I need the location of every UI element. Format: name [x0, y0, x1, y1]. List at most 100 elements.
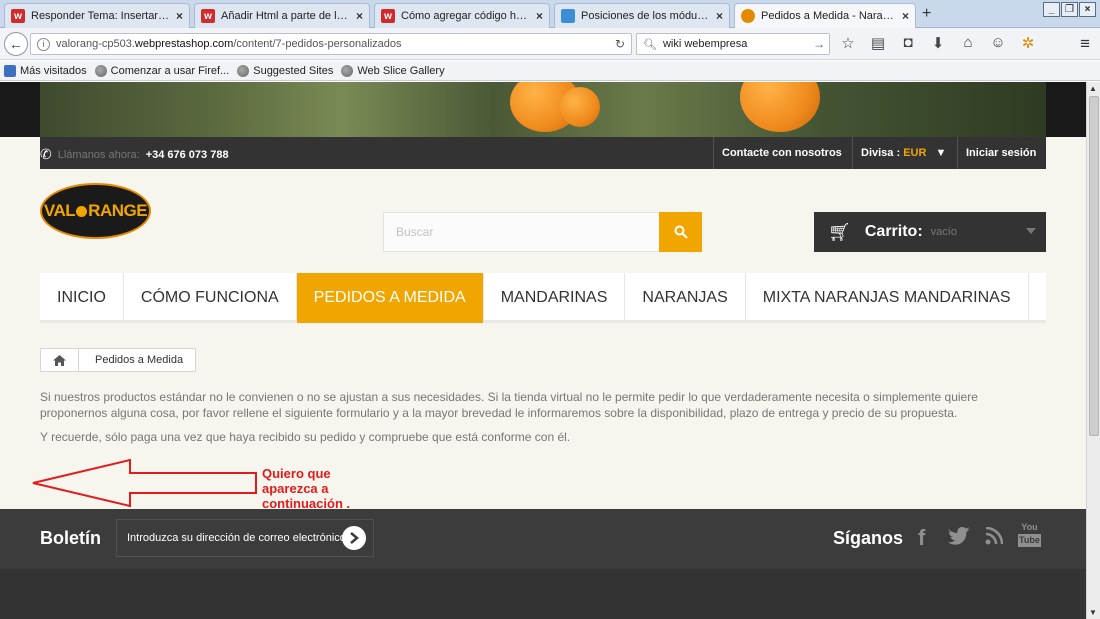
phone-label: Llámanos ahora:	[57, 148, 140, 161]
browser-tab-bar: w Responder Tema: Insertar el ... × w Añ…	[0, 0, 1100, 28]
url-bar[interactable]: i valorang-cp503. webprestashop.com/conte…	[30, 33, 632, 55]
follow-title: Síganos	[833, 528, 904, 548]
bookmarks-bar: Más visitados Comenzar a usar Firef... S…	[0, 61, 1100, 81]
browser-tab-5-active[interactable]: Pedidos a Medida - Naranjas ... ×	[734, 3, 916, 28]
search-go-icon[interactable]: →	[813, 37, 825, 51]
bookmark-getting-started[interactable]: Comenzar a usar Firef...	[94, 64, 230, 77]
scroll-up-icon[interactable]: ▲	[1089, 84, 1097, 93]
close-tab-icon[interactable]: ×	[176, 9, 183, 23]
browser-tab-3[interactable]: w Cómo agregar código html a ... ×	[374, 3, 550, 28]
orange-logo-icon	[76, 205, 88, 217]
web-page: ✆ Llámanos ahora: +34 676 073 788 Contac…	[0, 82, 1086, 619]
menu-item-como-funciona[interactable]: CÓMO FUNCIONA	[124, 273, 297, 323]
window-controls: _ ❐ ×	[1043, 2, 1096, 17]
restore-icon[interactable]: ❐	[1061, 2, 1078, 17]
cart-status: vacío	[930, 226, 957, 238]
newsletter-submit-button[interactable]	[342, 526, 366, 550]
search-input[interactable]: Buscar	[383, 212, 660, 252]
newsletter-title: Boletín	[40, 528, 101, 548]
tab-title: Pedidos a Medida - Naranjas ...	[761, 10, 896, 22]
chat-icon[interactable]: ☺	[988, 34, 1008, 52]
browser-tab-1[interactable]: w Responder Tema: Insertar el ... ×	[4, 3, 190, 28]
bookmark-star-icon[interactable]: ☆	[838, 34, 858, 52]
menu-item-mandarinas[interactable]: MANDARINAS	[484, 273, 626, 323]
facebook-icon[interactable]: f	[918, 525, 925, 551]
phone-number: +34 676 073 788	[145, 148, 229, 161]
top-info-bar: ✆ Llámanos ahora: +34 676 073 788 Contac…	[40, 137, 1046, 169]
bookmark-most-visited[interactable]: Más visitados	[4, 64, 87, 77]
new-tab-button[interactable]: +	[922, 5, 931, 23]
rss-icon[interactable]	[985, 526, 1004, 550]
contact-link[interactable]: Contacte con nosotros	[713, 137, 850, 169]
search-button[interactable]	[659, 212, 702, 252]
url-path: /content/7-pedidos-personalizados	[233, 38, 402, 50]
login-link[interactable]: Iniciar sesión	[957, 137, 1044, 169]
browser-nav-bar: ← i valorang-cp503. webprestashop.com/con…	[0, 28, 1100, 60]
chevron-right-icon	[350, 532, 359, 544]
back-arrow-icon: ←	[9, 36, 23, 52]
orange-favicon-icon	[741, 9, 755, 23]
page-content: Si nuestros productos estándar no le con…	[40, 389, 1040, 453]
youtube-icon[interactable]: You Tube	[1018, 523, 1041, 547]
currency-value: EUR	[903, 147, 927, 159]
menu-item-mixta[interactable]: MIXTA NARANJAS MANDARINAS	[746, 273, 1029, 323]
close-tab-icon[interactable]: ×	[356, 9, 363, 23]
site-info-icon[interactable]: i	[37, 37, 50, 51]
search-icon	[674, 225, 688, 239]
menu-item-inicio[interactable]: INICIO	[40, 273, 124, 323]
tab-title: Responder Tema: Insertar el ...	[31, 10, 170, 22]
bookmark-web-slice-gallery[interactable]: Web Slice Gallery	[341, 64, 445, 77]
cart-block[interactable]: 🛒︎ Carrito: vacío	[814, 212, 1046, 252]
prestashop-favicon-icon	[561, 9, 575, 23]
browser-toolbar-icons: ☆ ▤ ◘ ⬇ ⌂ ☺ ✲	[838, 34, 1038, 52]
tab-title: Cómo agregar código html a ...	[401, 10, 530, 22]
page-scrollbar[interactable]: ▲ ▼	[1086, 82, 1100, 619]
browser-tab-2[interactable]: w Añadir Html a parte de la pági... ×	[194, 3, 370, 28]
browser-tab-4[interactable]: Posiciones de los módulos > ... ×	[554, 3, 730, 28]
currency-selector[interactable]: Divisa : EUR ▼	[852, 137, 958, 169]
tab-title: Añadir Html a parte de la pági...	[221, 10, 350, 22]
menu-item-pedidos-a-medida[interactable]: PEDIDOS A MEDIDA	[296, 273, 484, 323]
chevron-down-icon: ▼	[935, 147, 947, 159]
browser-search-input[interactable]: 🔍︎ wiki webempresa →	[636, 33, 830, 55]
extension-icon[interactable]: ✲	[1018, 34, 1038, 52]
main-menu: INICIO CÓMO FUNCIONA PEDIDOS A MEDIDA MA…	[40, 273, 1046, 323]
valorange-logo[interactable]: VAL RANGE	[40, 183, 151, 239]
bookmark-label: Comenzar a usar Firef...	[110, 64, 230, 77]
reload-icon[interactable]: ↻	[615, 37, 625, 51]
download-icon[interactable]: ⬇	[928, 34, 948, 52]
close-tab-icon[interactable]: ×	[536, 9, 543, 23]
menu-item-naranjas[interactable]: NARANJAS	[625, 273, 746, 323]
breadcrumb: Pedidos a Medida	[40, 348, 197, 372]
tab-title: Posiciones de los módulos > ...	[581, 10, 710, 22]
scroll-down-icon[interactable]: ▼	[1089, 608, 1097, 617]
oranges-banner-image	[40, 82, 1046, 137]
scroll-thumb[interactable]	[1089, 96, 1099, 436]
bookmark-label: Suggested Sites	[253, 64, 334, 77]
footer-bottom	[0, 569, 1086, 619]
url-prefix: valorang-cp503.	[56, 38, 135, 50]
webempresa-favicon-icon: w	[11, 9, 25, 23]
pocket-icon[interactable]: ◘	[898, 34, 918, 52]
phone-info: ✆ Llámanos ahora: +34 676 073 788	[40, 146, 229, 163]
annotation-text: Quiero que aparezca a continuación .	[262, 466, 351, 511]
home-icon[interactable]: ⌂	[958, 34, 978, 52]
back-button[interactable]: ←	[4, 32, 28, 56]
twitter-icon[interactable]	[947, 527, 970, 550]
bookmark-suggested-sites[interactable]: Suggested Sites	[237, 64, 334, 77]
minimize-icon[interactable]: _	[1043, 2, 1060, 17]
url-host: webprestashop.com	[134, 38, 234, 50]
newsletter-email-input[interactable]: Introduzca su dirección de correo electr…	[116, 519, 374, 557]
home-icon[interactable]	[41, 349, 79, 371]
close-tab-icon[interactable]: ×	[716, 9, 723, 23]
currency-label: Divisa :	[861, 147, 901, 159]
logo-text-2: RANGE	[88, 201, 148, 220]
hamburger-menu-icon[interactable]: ≡	[1080, 34, 1090, 54]
bookmark-label: Web Slice Gallery	[357, 64, 445, 77]
close-window-icon[interactable]: ×	[1079, 2, 1096, 17]
footer-newsletter-bar: Boletín Introduzca su dirección de corre…	[0, 509, 1086, 569]
globe-icon	[237, 64, 250, 77]
close-tab-icon[interactable]: ×	[902, 9, 909, 23]
reading-list-icon[interactable]: ▤	[868, 34, 888, 52]
content-paragraph-1: Si nuestros productos estándar no le con…	[40, 390, 978, 420]
